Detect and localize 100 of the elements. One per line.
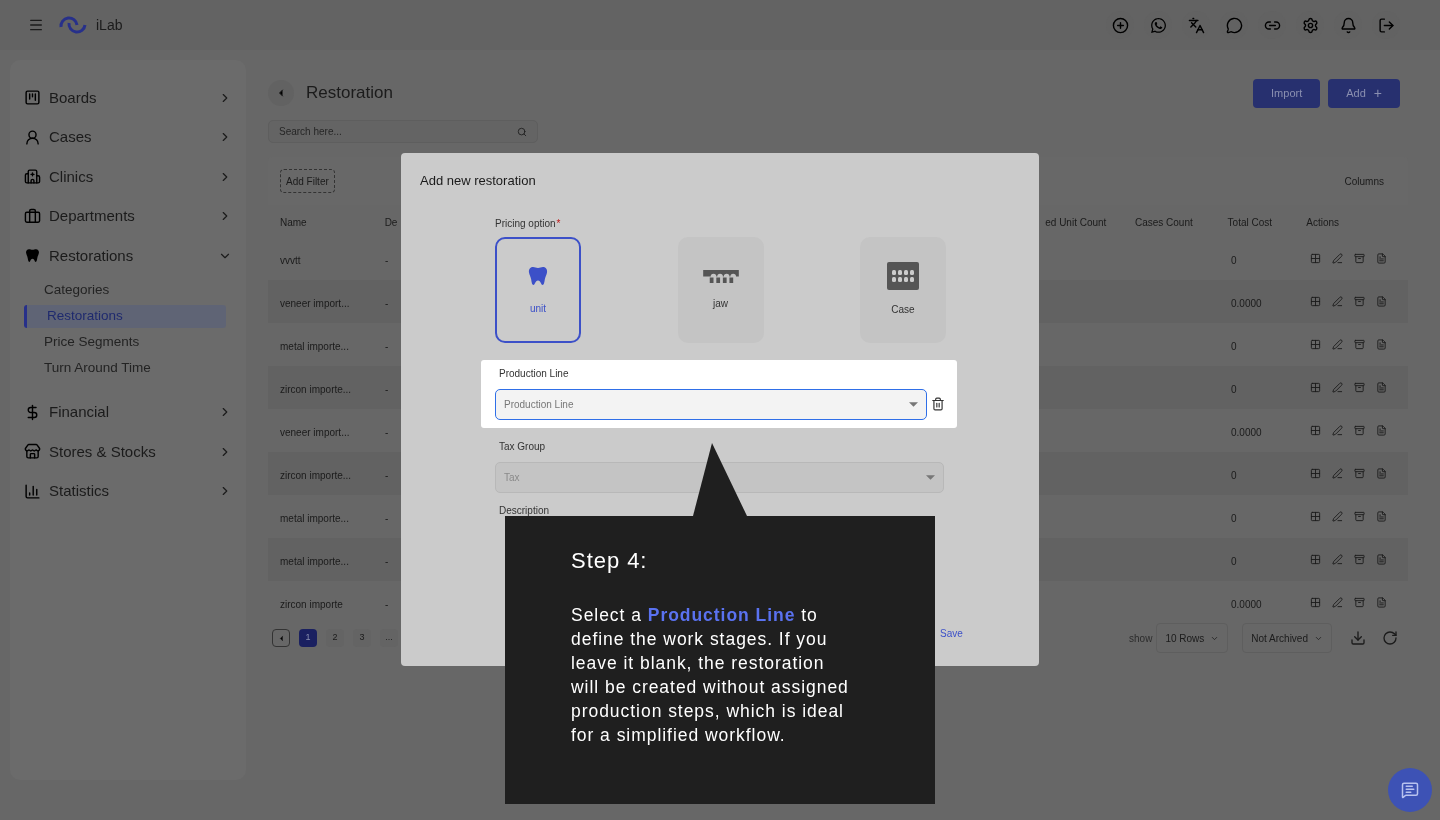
page-button[interactable]: 1 (299, 629, 317, 647)
tooltip-title: Step 4: (571, 547, 649, 575)
document-icon[interactable] (1376, 511, 1387, 522)
sidebar-item[interactable]: Statistics (24, 471, 232, 511)
grid-icon[interactable] (1310, 597, 1321, 608)
sidebar-item[interactable]: Boards (24, 78, 232, 118)
pencil-icon[interactable] (1332, 425, 1343, 436)
document-icon[interactable] (1376, 554, 1387, 565)
rows-select[interactable]: 10 Rows (1156, 623, 1229, 653)
select-placeholder: Production Line (504, 397, 574, 412)
grid-icon[interactable] (1310, 468, 1321, 479)
sidebar-subitem[interactable]: Restorations (24, 304, 226, 328)
refresh-icon[interactable] (1382, 630, 1398, 646)
grid-icon[interactable] (1310, 296, 1321, 307)
menu-icon[interactable] (28, 17, 44, 33)
document-icon[interactable] (1376, 296, 1387, 307)
pencil-icon[interactable] (1332, 339, 1343, 350)
grid-icon[interactable] (1310, 382, 1321, 393)
sidebar-subitem[interactable]: Categories (24, 278, 226, 302)
pricing-option-card[interactable]: Case (860, 236, 946, 343)
table-cell: - (385, 383, 389, 395)
sidebar-item[interactable]: Stores & Stocks (24, 432, 232, 472)
table-cell: zircon importe... (280, 469, 352, 481)
pencil-icon[interactable] (1332, 511, 1343, 522)
grid-icon[interactable] (1310, 339, 1321, 350)
search-input[interactable]: Search here... (279, 124, 517, 139)
save-button[interactable]: Save (940, 626, 963, 641)
grid-icon[interactable] (1310, 554, 1321, 565)
sidebar-subitem[interactable]: Turn Around Time (24, 356, 226, 380)
trash-icon[interactable] (931, 397, 945, 411)
archive-icon[interactable] (1354, 597, 1365, 608)
table-cell: 0 (1231, 340, 1237, 352)
grid-icon[interactable] (1310, 253, 1321, 264)
pencil-icon[interactable] (1332, 597, 1343, 608)
table-cell: 0 (1231, 512, 1237, 524)
table-cell: metal importe... (280, 512, 349, 524)
table-cell: veneer import... (280, 297, 350, 309)
building-icon (24, 168, 41, 186)
archive-icon[interactable] (1354, 468, 1365, 479)
document-icon[interactable] (1376, 253, 1387, 264)
page-button[interactable]: ... (380, 629, 398, 647)
pencil-icon[interactable] (1332, 253, 1343, 264)
grid-icon[interactable] (1310, 425, 1321, 436)
add-button[interactable]: Add + (1328, 78, 1400, 108)
column-header: Name (280, 217, 307, 228)
sidebar-item[interactable]: Departments (24, 196, 232, 236)
required-mark: * (556, 216, 561, 231)
archive-icon[interactable] (1354, 511, 1365, 522)
page-title: Restoration (306, 82, 393, 105)
archive-select[interactable]: Not Archived (1242, 623, 1332, 653)
download-icon[interactable] (1350, 630, 1366, 646)
sidebar-item[interactable]: Clinics (24, 157, 232, 197)
field-label: Tax Group (498, 439, 547, 454)
dropdown-caret-icon (909, 401, 918, 407)
back-button[interactable] (268, 80, 294, 106)
field-label: Pricing option (495, 216, 556, 231)
pencil-icon[interactable] (1332, 468, 1343, 479)
document-icon[interactable] (1376, 425, 1387, 436)
archive-icon[interactable] (1354, 296, 1365, 307)
teeth-icon (887, 262, 919, 290)
jaw-icon (701, 268, 740, 284)
pencil-icon[interactable] (1332, 554, 1343, 565)
briefcase-icon (24, 207, 41, 225)
archive-icon[interactable] (1354, 253, 1365, 264)
sidebar-item[interactable]: Restorations (24, 236, 232, 276)
add-filter-button[interactable]: Add Filter (280, 169, 335, 193)
production-line-select[interactable]: Production Line (495, 388, 927, 420)
sidebar-item[interactable]: Cases (24, 117, 232, 157)
archive-icon[interactable] (1354, 339, 1365, 350)
table-cell: zircon importe... (280, 383, 352, 395)
archive-icon[interactable] (1354, 425, 1365, 436)
import-button[interactable]: Import (1253, 78, 1321, 108)
pencil-icon[interactable] (1332, 296, 1343, 307)
table-cell: vvvtt (280, 254, 301, 266)
table-cell: zircon importe (280, 598, 343, 610)
table-cell: - (385, 598, 389, 610)
document-icon[interactable] (1376, 382, 1387, 393)
archive-icon[interactable] (1354, 554, 1365, 565)
sidebar-subitem[interactable]: Price Segments (24, 330, 226, 354)
pricing-option-card[interactable]: jaw (677, 236, 764, 343)
chat-button[interactable] (1388, 768, 1432, 812)
page-button[interactable]: 3 (353, 629, 371, 647)
show-label: show (1129, 631, 1153, 646)
pencil-icon[interactable] (1332, 382, 1343, 393)
search-field[interactable]: Search here... (268, 120, 538, 143)
person-icon (24, 128, 41, 146)
column-header: De (384, 217, 398, 228)
bar-chart-icon (24, 482, 41, 500)
archive-icon[interactable] (1354, 382, 1365, 393)
pricing-option-card[interactable]: unit (495, 236, 581, 343)
table-cell: - (385, 254, 389, 266)
document-icon[interactable] (1376, 339, 1387, 350)
document-icon[interactable] (1376, 468, 1387, 479)
table-cell: - (385, 426, 389, 438)
page-button[interactable]: 2 (326, 629, 344, 647)
sidebar-item[interactable]: Financial (24, 392, 232, 432)
previous-page-button[interactable] (272, 629, 290, 647)
grid-icon[interactable] (1310, 511, 1321, 522)
columns-button[interactable]: Columns (1344, 173, 1384, 189)
document-icon[interactable] (1376, 597, 1387, 608)
